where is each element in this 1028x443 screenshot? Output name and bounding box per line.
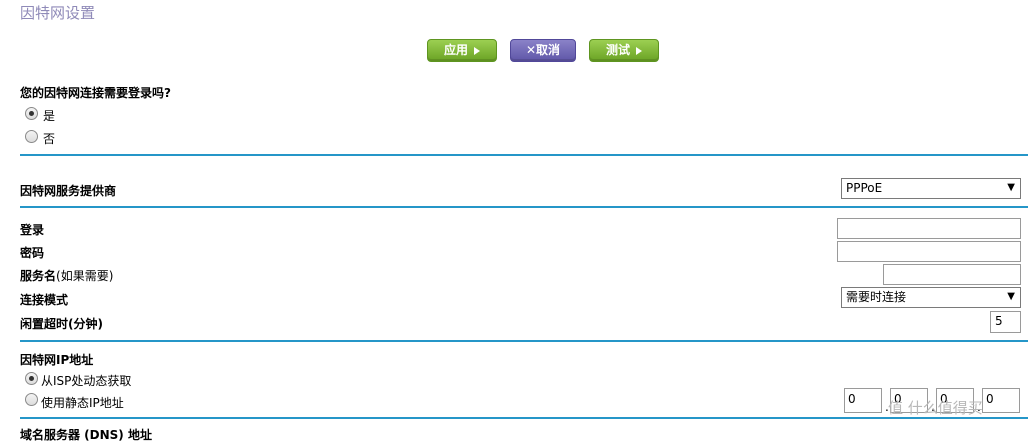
isp-label: 因特网服务提供商 bbox=[20, 184, 117, 198]
cancel-button[interactable]: ✕取消 bbox=[510, 39, 576, 62]
login-question-label: 您的因特网连接需要登录吗? bbox=[20, 86, 171, 100]
chevron-down-icon: ▼ bbox=[1007, 182, 1015, 193]
service-input[interactable] bbox=[883, 264, 1021, 285]
cancel-label: ✕取消 bbox=[525, 43, 561, 57]
connection-mode-select[interactable]: 需要时连接 ▼ bbox=[841, 287, 1021, 308]
service-label: 服务名 bbox=[20, 269, 57, 283]
login-no-radio[interactable] bbox=[25, 130, 38, 143]
idle-timeout-label: 闲置超时(分钟) bbox=[20, 317, 103, 331]
ip-static-radio[interactable] bbox=[25, 393, 38, 406]
connection-mode-label: 连接模式 bbox=[20, 293, 69, 307]
login-no-label: 否 bbox=[43, 132, 56, 146]
ip-dynamic-radio[interactable] bbox=[25, 372, 38, 385]
test-button[interactable]: 测试 bbox=[589, 39, 659, 62]
isp-value: PPPoE bbox=[846, 181, 883, 195]
service-hint: (如果需要) bbox=[56, 269, 114, 283]
login-label: 登录 bbox=[20, 223, 45, 237]
divider bbox=[20, 417, 1028, 419]
ip-static-label: 使用静态IP地址 bbox=[41, 396, 124, 410]
ip-section-label: 因特网IP地址 bbox=[20, 353, 94, 367]
chevron-down-icon: ▼ bbox=[1007, 291, 1015, 302]
isp-select[interactable]: PPPoE ▼ bbox=[841, 178, 1021, 199]
ip-dynamic-label: 从ISP处动态获取 bbox=[41, 374, 132, 388]
divider bbox=[20, 154, 1028, 156]
test-label: 测试 bbox=[605, 43, 630, 57]
play-icon bbox=[636, 46, 642, 55]
ip-octet-4[interactable]: 0 bbox=[982, 388, 1020, 413]
page-title: 因特网设置 bbox=[20, 4, 96, 22]
dns-section-label: 域名服务器 (DNS) 地址 bbox=[20, 428, 152, 442]
connection-mode-value: 需要时连接 bbox=[846, 290, 907, 304]
ip-octet-1[interactable]: 0 bbox=[844, 388, 882, 413]
idle-timeout-input[interactable]: 5 bbox=[990, 311, 1021, 333]
login-yes-radio[interactable] bbox=[25, 107, 38, 120]
login-input[interactable] bbox=[837, 218, 1021, 239]
divider bbox=[20, 206, 1028, 208]
play-icon bbox=[474, 46, 480, 55]
password-label: 密码 bbox=[20, 246, 45, 260]
divider bbox=[20, 340, 1028, 342]
watermark-logo: 值 什么值得买 bbox=[888, 399, 983, 417]
password-input[interactable] bbox=[837, 241, 1021, 262]
login-yes-label: 是 bbox=[43, 109, 56, 123]
apply-label: 应用 bbox=[443, 43, 468, 57]
apply-button[interactable]: 应用 bbox=[427, 39, 497, 62]
